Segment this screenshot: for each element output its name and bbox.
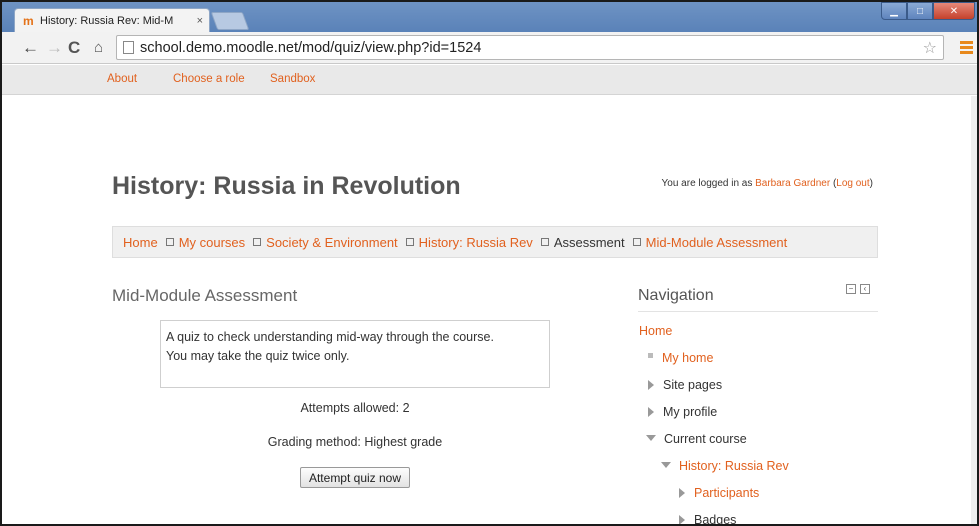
tab-title: History: Russia Rev: Mid-M xyxy=(40,15,174,27)
login-info: You are logged in as Barbara Gardner (Lo… xyxy=(662,178,873,189)
forward-arrow-icon[interactable]: → xyxy=(46,38,63,58)
attempts-allowed: Attempts allowed: 2 xyxy=(300,401,410,415)
address-bar[interactable]: school.demo.moodle.net/mod/quiz/view.php… xyxy=(116,35,944,60)
intro-line: You may take the quiz twice only. xyxy=(166,349,350,363)
navigation-title: Navigation xyxy=(638,287,714,304)
new-tab-button[interactable] xyxy=(210,12,250,30)
quiz-intro-box: A quiz to check understanding mid-way th… xyxy=(160,320,550,388)
menu-about-link[interactable]: About xyxy=(107,73,137,85)
collapse-arrow-icon xyxy=(661,461,671,468)
maximize-icon[interactable]: □ xyxy=(907,2,933,20)
breadcrumb-separator-icon xyxy=(632,238,641,246)
custom-menu-bar: About Choose a role Sandbox xyxy=(2,65,977,95)
breadcrumb-separator-icon xyxy=(253,238,262,246)
breadcrumb: Home My courses Society & Environment Hi… xyxy=(112,226,878,258)
browser-tab[interactable]: m History: Russia Rev: Mid-M × xyxy=(14,8,210,33)
logout-link[interactable]: Log out xyxy=(836,178,869,189)
expand-arrow-icon xyxy=(679,487,685,498)
nav-item-my-profile[interactable]: My profile xyxy=(648,405,717,419)
breadcrumb-society-environment[interactable]: Society & Environment xyxy=(266,235,398,250)
activity-title: Mid-Module Assessment xyxy=(112,286,298,305)
bookmark-star-icon[interactable]: ☆ xyxy=(923,38,937,58)
login-prefix: You are logged in as xyxy=(661,178,756,189)
tab-strip: m History: Russia Rev: Mid-M × ▁ □ ✕ xyxy=(2,2,977,33)
grading-method: Grading method: Highest grade xyxy=(267,435,443,449)
tab-close-icon[interactable]: × xyxy=(197,15,203,27)
minimize-icon[interactable]: ▁ xyxy=(881,2,907,20)
intro-line: A quiz to check understanding mid-way th… xyxy=(166,330,494,344)
expand-arrow-icon xyxy=(648,379,654,390)
home-icon[interactable]: ⌂ xyxy=(94,38,103,58)
nav-item-course[interactable]: History: Russia Rev xyxy=(661,459,789,473)
nav-item-label: Participants xyxy=(694,486,760,500)
breadcrumb-my-courses[interactable]: My courses xyxy=(179,235,245,250)
page-icon xyxy=(123,41,134,54)
moodle-favicon-icon: m xyxy=(23,14,34,28)
attempt-quiz-button[interactable]: Attempt quiz now xyxy=(300,467,410,488)
window-close-icon[interactable]: ✕ xyxy=(933,2,975,20)
breadcrumb-course[interactable]: History: Russia Rev xyxy=(419,235,533,250)
page-scrollbar[interactable] xyxy=(971,96,977,524)
browser-window: m History: Russia Rev: Mid-M × ▁ □ ✕ ← →… xyxy=(0,0,979,526)
course-title: History: Russia in Revolution xyxy=(112,172,461,200)
navigation-block: Navigation − ‹ xyxy=(638,284,878,312)
back-arrow-icon[interactable]: ← xyxy=(22,38,39,58)
nav-item-label: Current course xyxy=(664,432,747,446)
nav-item-label: Home xyxy=(639,324,673,338)
breadcrumb-assessment: Assessment xyxy=(553,234,625,250)
expand-arrow-icon xyxy=(679,514,685,524)
nav-item-participants[interactable]: Participants xyxy=(679,486,759,500)
breadcrumb-separator-icon xyxy=(405,238,414,246)
menu-sandbox-link[interactable]: Sandbox xyxy=(270,73,315,85)
nav-item-label: Badges xyxy=(694,513,737,526)
nav-item-label: History: Russia Rev xyxy=(679,459,789,473)
collapse-arrow-icon xyxy=(646,434,656,441)
url-text: school.demo.moodle.net/mod/quiz/view.php… xyxy=(140,39,482,56)
breadcrumb-home[interactable]: Home xyxy=(123,235,158,250)
nav-item-site-pages[interactable]: Site pages xyxy=(648,378,722,392)
bullet-icon xyxy=(648,353,653,359)
navigation-header: Navigation − ‹ xyxy=(638,284,878,312)
breadcrumb-separator-icon xyxy=(540,238,549,246)
expand-arrow-icon xyxy=(648,406,654,417)
collapse-block-icon[interactable]: − xyxy=(846,284,856,294)
nav-item-badges[interactable]: Badges xyxy=(679,513,737,526)
nav-item-current-course[interactable]: Current course xyxy=(646,432,747,446)
nav-item-label: My home xyxy=(662,351,714,365)
breadcrumb-separator-icon xyxy=(165,238,174,246)
nav-item-my-home[interactable]: My home xyxy=(648,351,713,365)
user-name-link[interactable]: Barbara Gardner xyxy=(755,178,830,189)
menu-choose-role-link[interactable]: Choose a role xyxy=(173,73,245,85)
browser-menu-icon[interactable] xyxy=(960,41,973,56)
nav-item-home[interactable]: Home xyxy=(639,324,672,338)
window-controls: ▁ □ ✕ xyxy=(881,2,975,20)
logout-close: ) xyxy=(869,178,873,189)
nav-item-label: Site pages xyxy=(663,378,723,392)
browser-toolbar: ← → C ⌂ school.demo.moodle.net/mod/quiz/… xyxy=(2,32,977,64)
reload-icon[interactable]: C xyxy=(68,38,80,58)
breadcrumb-quiz[interactable]: Mid-Module Assessment xyxy=(646,235,788,250)
nav-item-label: My profile xyxy=(663,405,718,419)
dock-block-icon[interactable]: ‹ xyxy=(860,284,870,294)
